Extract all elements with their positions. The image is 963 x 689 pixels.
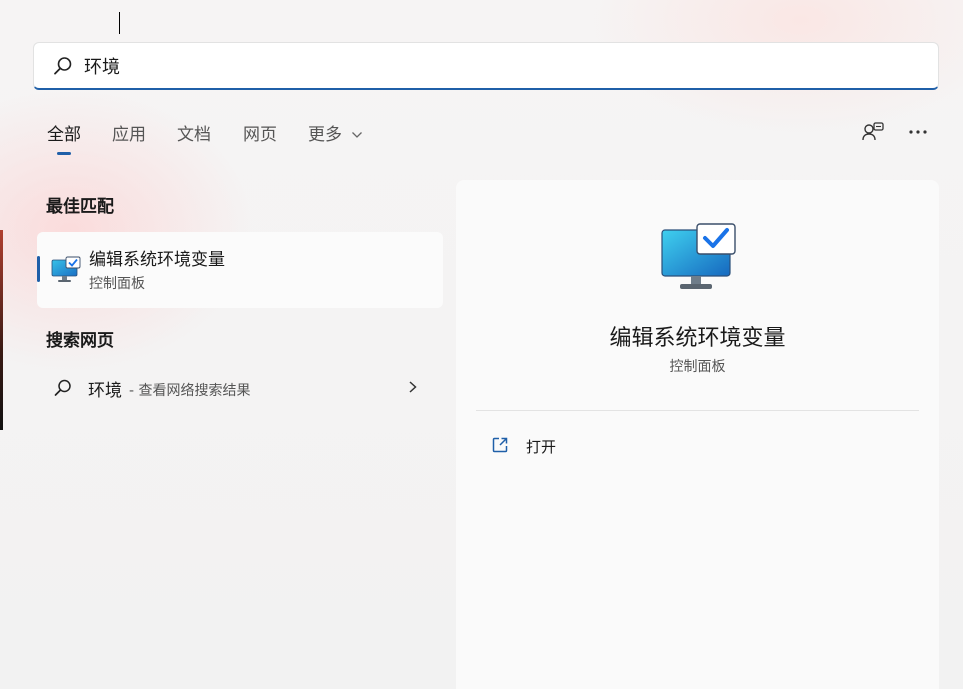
detail-panel: 编辑系统环境变量 控制面板 打开 [456, 180, 939, 689]
search-input[interactable] [84, 51, 904, 81]
web-search-result[interactable]: 环境 - 查看网络搜索结果 [47, 370, 443, 406]
open-action-label: 打开 [526, 438, 557, 456]
tab-label: 应用 [112, 125, 146, 145]
result-name: 编辑系统环境变量 [89, 250, 225, 270]
tab-apps[interactable]: 应用 [112, 120, 146, 145]
selection-indicator [37, 256, 40, 282]
detail-title: 编辑系统环境变量 [609, 326, 786, 351]
tab-label: 更多 [308, 125, 342, 145]
chevron-down-icon [352, 132, 363, 138]
open-action-button[interactable]: 打开 [488, 432, 688, 460]
text-cursor [119, 12, 120, 34]
search-icon [54, 57, 72, 75]
tab-label: 全部 [47, 125, 81, 145]
tab-label: 文档 [177, 125, 211, 145]
tab-active-indicator [57, 152, 71, 155]
account-switch-icon[interactable] [861, 120, 885, 144]
web-search-hint: - 查看网络搜索结果 [129, 383, 251, 399]
result-category: 控制面板 [89, 276, 145, 292]
more-options-icon[interactable] [906, 120, 930, 144]
best-match-result[interactable]: 编辑系统环境变量 控制面板 [37, 232, 443, 308]
system-monitor-check-icon [51, 256, 81, 282]
web-search-heading: 搜索网页 [46, 331, 114, 351]
search-box[interactable] [33, 42, 939, 90]
chevron-right-icon [409, 381, 417, 393]
tab-documents[interactable]: 文档 [177, 120, 211, 145]
tab-label: 网页 [243, 125, 277, 145]
open-external-icon [492, 437, 508, 453]
system-monitor-check-icon [661, 223, 736, 289]
web-search-query: 环境 [88, 381, 122, 401]
tab-all[interactable]: 全部 [47, 120, 81, 155]
detail-subtitle: 控制面板 [669, 359, 726, 375]
best-match-heading: 最佳匹配 [46, 197, 114, 217]
desktop-edge [0, 230, 3, 430]
search-icon [54, 379, 71, 396]
tab-more[interactable]: 更多 [308, 120, 363, 145]
divider [476, 410, 919, 411]
tab-web[interactable]: 网页 [243, 120, 277, 145]
